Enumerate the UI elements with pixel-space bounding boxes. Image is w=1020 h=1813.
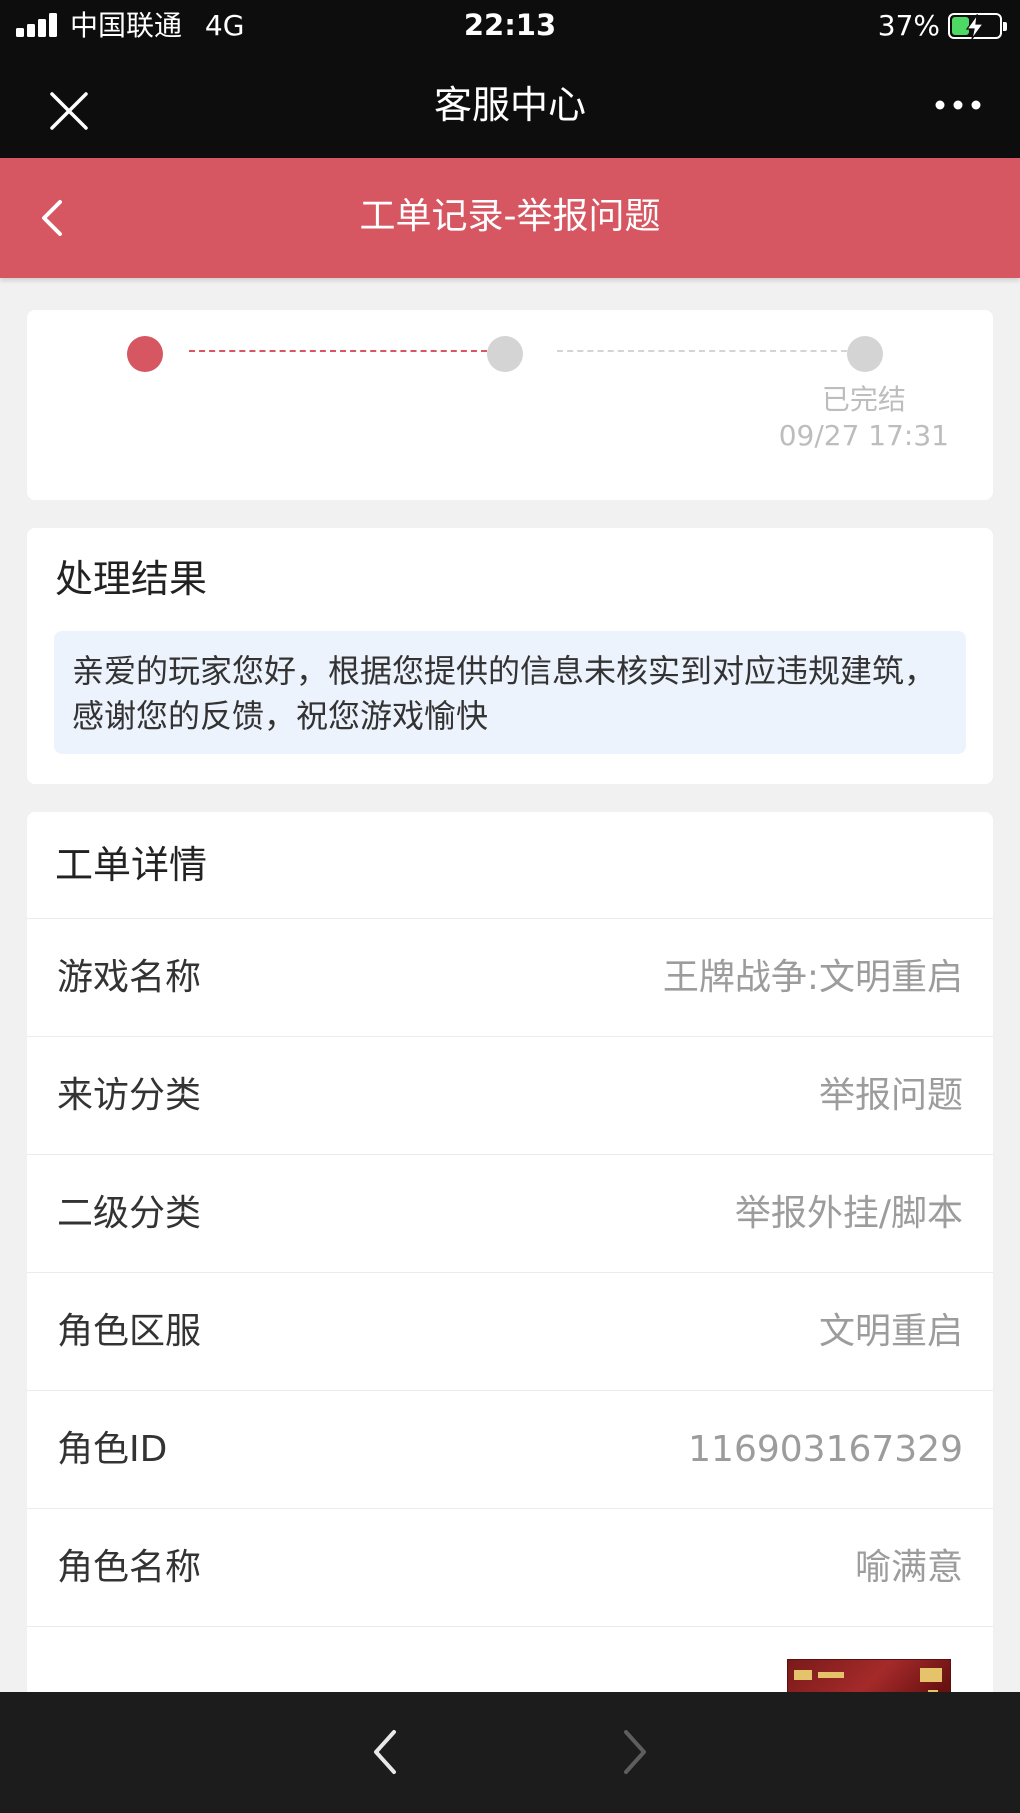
result-text: 亲爱的玩家您好，根据您提供的信息未核实到对应违规建筑，感谢您的反馈，祝您游戏愉快	[54, 631, 966, 754]
step-3-dot	[847, 336, 883, 372]
charging-icon	[965, 14, 985, 40]
browser-back-button[interactable]	[360, 1724, 416, 1780]
step-1-dot	[127, 336, 163, 372]
more-button[interactable]	[930, 80, 990, 130]
step-3-label: 已完结	[821, 383, 906, 416]
page-header: 工单记录-举报问题	[0, 158, 1020, 278]
detail-card: 工单详情 游戏名称 王牌战争:文明重启 来访分类 举报问题 二级分类 举报外挂/…	[27, 812, 993, 1712]
row-value: 举报外挂/脚本	[734, 1193, 963, 1234]
detail-title: 工单详情	[55, 843, 208, 887]
browser-forward-button[interactable]	[604, 1724, 660, 1780]
result-card: 处理结果 亲爱的玩家您好，根据您提供的信息未核实到对应违规建筑，感谢您的反馈，祝…	[27, 528, 993, 784]
battery-percent: 37%	[877, 9, 940, 42]
row-value: 文明重启	[818, 1311, 963, 1352]
row-value: 116903167329	[688, 1429, 963, 1470]
detail-row-game-name: 游戏名称 王牌战争:文明重启	[27, 918, 993, 1036]
page-title: 工单记录-举报问题	[359, 196, 661, 237]
battery-icon	[948, 13, 1007, 40]
row-value: 喻满意	[854, 1547, 963, 1588]
step-3-time: 09/27 17:31	[778, 419, 949, 452]
app-title: 客服中心	[433, 83, 586, 127]
detail-row-role-name: 角色名称 喻满意	[27, 1508, 993, 1626]
detail-header: 工单详情	[27, 812, 993, 918]
progress-card: 已完结 09/27 17:31	[27, 310, 993, 500]
step-2-dot	[487, 336, 523, 372]
row-label: 角色名称	[57, 1547, 202, 1588]
row-label: 角色区服	[57, 1311, 202, 1352]
row-label: 角色ID	[57, 1429, 168, 1470]
step-3-info: 已完结 09/27 17:31	[779, 382, 949, 454]
app-title-bar: 客服中心	[0, 52, 1020, 158]
browser-bottom-bar	[0, 1692, 1020, 1813]
detail-row-server: 角色区服 文明重启	[27, 1272, 993, 1390]
row-label: 二级分类	[57, 1193, 202, 1234]
status-bar: 中国联通 4G 22:13 37%	[0, 0, 1020, 52]
chevron-right-icon	[624, 1730, 646, 1774]
detail-row-sub-category: 二级分类 举报外挂/脚本	[27, 1154, 993, 1272]
step-connector-1	[189, 350, 487, 352]
detail-row-visit-category: 来访分类 举报问题	[27, 1036, 993, 1154]
result-title: 处理结果	[55, 557, 208, 601]
row-value: 举报问题	[818, 1075, 963, 1116]
row-label: 来访分类	[57, 1075, 202, 1116]
row-label: 游戏名称	[57, 957, 202, 998]
step-connector-2	[557, 350, 847, 352]
detail-row-role-id: 角色ID 116903167329	[27, 1390, 993, 1508]
row-value: 王牌战争:文明重启	[662, 957, 963, 998]
more-icon	[935, 100, 981, 110]
chevron-left-icon	[374, 1730, 396, 1774]
status-time: 22:13	[463, 8, 557, 42]
